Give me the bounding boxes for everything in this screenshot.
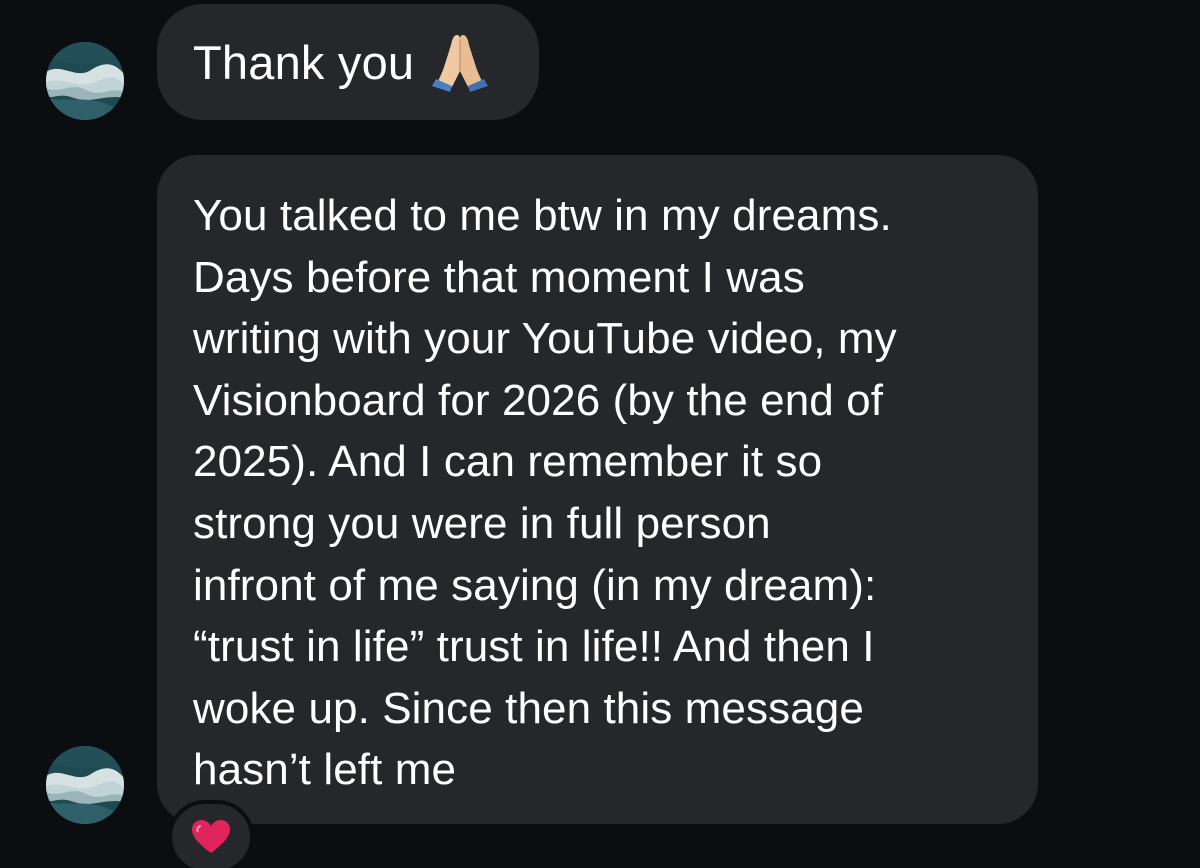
message-text: You talked to me btw in my dreams. Days … <box>193 191 897 795</box>
folded-hands-icon <box>430 31 490 93</box>
sender-avatar[interactable] <box>46 42 124 120</box>
message-bubble[interactable]: Thank you <box>157 4 539 120</box>
wave-avatar-image <box>46 42 124 120</box>
message-text: Thank you <box>193 35 415 89</box>
wave-avatar-image <box>46 746 124 824</box>
red-heart-icon <box>192 820 230 853</box>
sender-avatar[interactable] <box>46 746 124 824</box>
reaction-badge[interactable] <box>168 800 254 868</box>
message-bubble[interactable]: You talked to me btw in my dreams. Days … <box>157 155 1038 824</box>
